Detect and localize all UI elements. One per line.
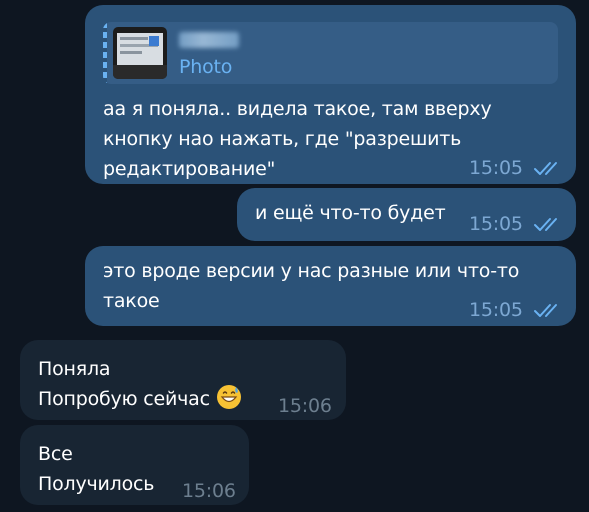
message-meta: 15:05: [469, 153, 563, 183]
message-meta: 15:06: [182, 476, 236, 506]
reply-label: Photo: [179, 56, 233, 78]
message-time: 15:05: [469, 213, 523, 235]
message-time: 15:05: [469, 299, 523, 321]
reply-photo-thumbnail[interactable]: [113, 27, 167, 79]
message-text-block: Поняла Попробую сейчас: [38, 354, 242, 414]
message-text: Все Получилось: [38, 443, 155, 495]
reply-sender-name-blurred: [179, 32, 239, 48]
message-meta: 15:05: [469, 209, 563, 239]
grinning-face-with-sweat-emoji: [216, 385, 241, 409]
message-line: Попробую сейчас: [38, 384, 242, 414]
message-time: 15:05: [469, 157, 523, 179]
message-time: 15:06: [182, 480, 236, 502]
reply-accent-bar: [103, 22, 107, 84]
double-check-icon: [533, 218, 557, 231]
outgoing-message[interactable]: и ещё что-то будет 15:05: [237, 188, 576, 241]
outgoing-message[interactable]: это вроде версии у нас разные или что-то…: [85, 246, 576, 326]
incoming-message[interactable]: Все Получилось 15:06: [20, 425, 249, 505]
message-line: Поняла: [38, 358, 111, 380]
reply-quote[interactable]: Photo: [103, 22, 558, 84]
double-check-icon: [533, 162, 557, 175]
incoming-message[interactable]: Поняла Попробую сейчас 15:06: [20, 340, 346, 420]
message-meta: 15:06: [278, 391, 332, 421]
outgoing-message[interactable]: Photo аа я поняла.. видела такое, там вв…: [85, 5, 576, 184]
double-check-icon: [533, 304, 557, 317]
chat-history: Photo аа я поняла.. видела такое, там вв…: [0, 0, 589, 512]
message-meta: 15:05: [469, 295, 563, 325]
message-time: 15:06: [278, 395, 332, 417]
message-text: и ещё что-то будет: [255, 202, 446, 224]
